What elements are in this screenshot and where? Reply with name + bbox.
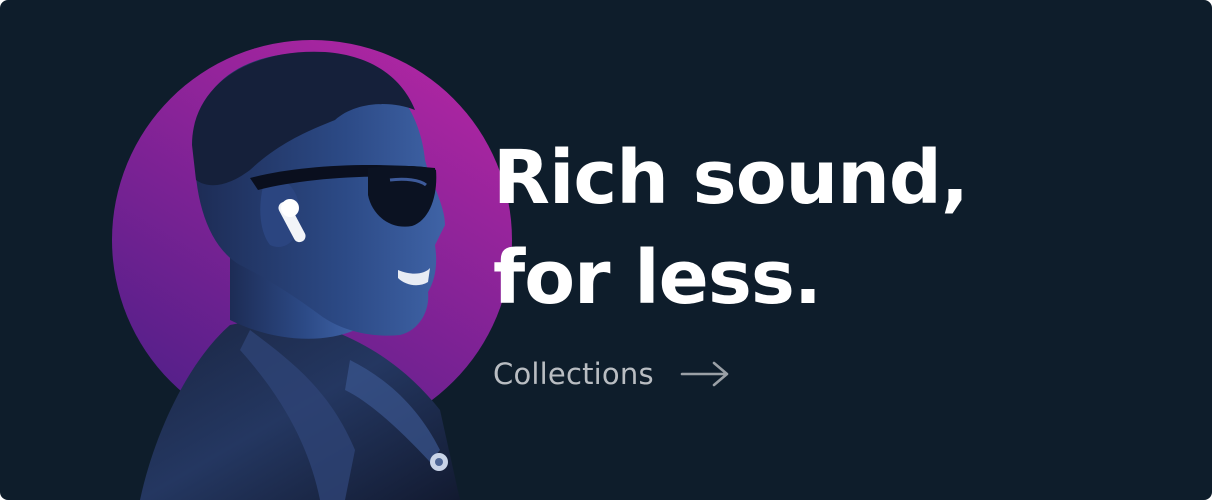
- headline-line-1: Rich sound,: [493, 135, 969, 221]
- arrow-right-icon: [680, 361, 729, 387]
- collections-link[interactable]: Collections: [493, 357, 730, 391]
- promo-banner: Rich sound, for less. Collections: [0, 0, 1212, 500]
- banner-headline: Rich sound, for less.: [493, 128, 969, 328]
- collections-link-label: Collections: [493, 357, 654, 391]
- hero-image: [100, 30, 540, 500]
- headline-line-2: for less.: [493, 235, 822, 321]
